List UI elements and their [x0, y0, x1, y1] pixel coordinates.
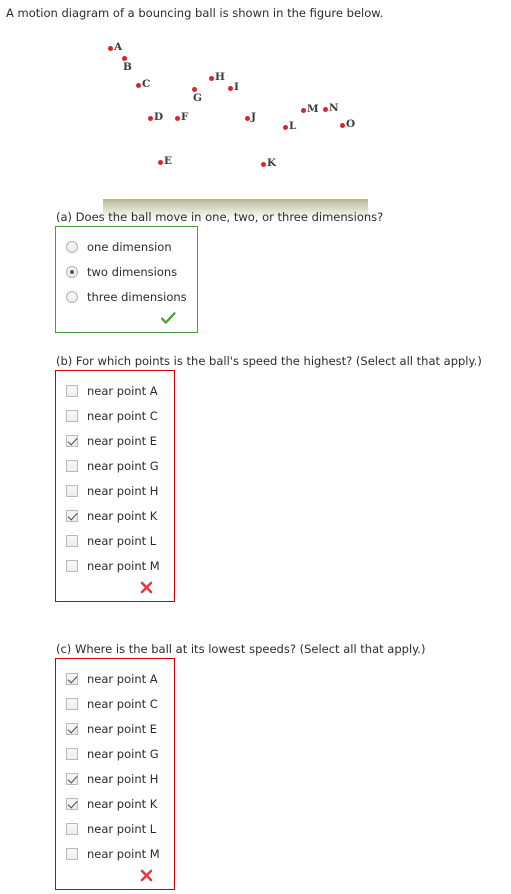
checkbox-unchecked[interactable]	[66, 409, 78, 422]
option-label: near point M	[87, 846, 160, 861]
option-label: near point L	[87, 533, 157, 548]
option-label: near point A	[87, 671, 158, 686]
motion-point-dot-icon	[208, 75, 214, 81]
question-c-option-1[interactable]: near point A	[66, 666, 164, 691]
radio-button-unchecked[interactable]	[66, 290, 78, 303]
question-a-option-2[interactable]: two dimensions	[66, 259, 187, 284]
checkbox-checked[interactable]	[66, 772, 78, 785]
motion-point-dot-icon	[147, 115, 153, 121]
question-b-option-4[interactable]: near point G	[66, 453, 164, 478]
checkbox-unchecked[interactable]	[66, 747, 78, 760]
motion-point-label: H	[215, 71, 225, 83]
motion-point-dot-icon	[157, 159, 163, 165]
incorrect-cross-icon	[66, 866, 164, 885]
checkbox-unchecked[interactable]	[66, 559, 78, 572]
question-c-option-8[interactable]: near point M	[66, 841, 164, 866]
motion-point-dot-icon	[121, 55, 127, 61]
motion-point-label: J	[251, 111, 256, 123]
option-label: near point E	[87, 721, 158, 736]
option-label: two dimensions	[87, 264, 178, 279]
question-c-option-7[interactable]: near point L	[66, 816, 164, 841]
option-label: three dimensions	[87, 289, 187, 304]
motion-diagram-figure: ABC D E FG HI J K LMNO	[0, 34, 511, 219]
checkbox-unchecked[interactable]	[66, 822, 78, 835]
motion-point-label: A	[114, 41, 123, 53]
checkbox-unchecked[interactable]	[66, 847, 78, 860]
question-a-text: (a) Does the ball move in one, two, or t…	[56, 210, 384, 224]
motion-point-label: E	[164, 155, 173, 167]
motion-point-label: G	[193, 92, 202, 104]
motion-point-dot-icon	[322, 106, 328, 112]
option-label: near point G	[87, 458, 159, 473]
motion-point-label: I	[234, 81, 239, 93]
option-label: near point H	[87, 771, 159, 786]
motion-point-dot-icon	[339, 122, 345, 128]
question-a-answer-box: one dimension two dimensions three dimensi…	[55, 226, 198, 333]
checkbox-unchecked[interactable]	[66, 384, 78, 397]
question-c-option-2[interactable]: near point C	[66, 691, 164, 716]
question-c-option-3[interactable]: near point E	[66, 716, 164, 741]
checkbox-unchecked[interactable]	[66, 459, 78, 472]
question-a-option-1[interactable]: one dimension	[66, 234, 187, 259]
motion-point-label: K	[267, 157, 277, 169]
checkbox-checked[interactable]	[66, 509, 78, 522]
question-c-option-6[interactable]: near point K	[66, 791, 164, 816]
checkbox-checked[interactable]	[66, 722, 78, 735]
question-b-option-5[interactable]: near point H	[66, 478, 164, 503]
motion-point-label: O	[346, 118, 356, 130]
checkbox-unchecked[interactable]	[66, 534, 78, 547]
checkbox-unchecked[interactable]	[66, 697, 78, 710]
motion-point-dot-icon	[174, 115, 180, 121]
checkbox-unchecked[interactable]	[66, 484, 78, 497]
motion-point-dot-icon	[260, 161, 266, 167]
question-b-option-3[interactable]: near point E	[66, 428, 164, 453]
option-label: near point K	[87, 508, 158, 523]
question-c-option-4[interactable]: near point G	[66, 741, 164, 766]
motion-point-dot-icon	[107, 45, 113, 51]
question-b-text: (b) For which points is the ball's speed…	[56, 354, 482, 368]
motion-point-dot-icon	[135, 82, 141, 88]
option-label: near point C	[87, 696, 158, 711]
question-c-answer-box: near point A near point C near point E near…	[55, 658, 175, 890]
intro-text: A motion diagram of a bouncing ball is s…	[6, 6, 384, 20]
option-label: near point E	[87, 433, 158, 448]
radio-button-unchecked[interactable]	[66, 240, 78, 253]
motion-point-label: N	[329, 102, 339, 114]
incorrect-cross-icon	[66, 578, 164, 597]
question-b-answer-box: near point A near point C near point E near…	[55, 370, 175, 602]
checkbox-checked[interactable]	[66, 672, 78, 685]
option-label: near point M	[87, 558, 160, 573]
option-label: one dimension	[87, 239, 172, 254]
motion-point-label: D	[154, 111, 164, 123]
motion-point-dot-icon	[300, 107, 306, 113]
option-label: near point H	[87, 483, 159, 498]
motion-point-label: B	[123, 61, 132, 73]
option-label: near point L	[87, 821, 157, 836]
motion-point-label: C	[142, 78, 151, 90]
question-b-option-8[interactable]: near point M	[66, 553, 164, 578]
question-c-text: (c) Where is the ball at its lowest spee…	[56, 642, 426, 656]
question-b-option-2[interactable]: near point C	[66, 403, 164, 428]
option-label: near point C	[87, 408, 158, 423]
checkbox-checked[interactable]	[66, 434, 78, 447]
motion-point-dot-icon	[227, 85, 233, 91]
motion-point-dot-icon	[282, 124, 288, 130]
motion-point-label: F	[181, 111, 189, 123]
motion-point-dot-icon	[191, 86, 197, 92]
checkbox-checked[interactable]	[66, 797, 78, 810]
option-label: near point A	[87, 383, 158, 398]
question-a-option-3[interactable]: three dimensions	[66, 284, 187, 309]
question-c-option-5[interactable]: near point H	[66, 766, 164, 791]
option-label: near point G	[87, 746, 159, 761]
correct-check-icon	[66, 309, 187, 328]
question-b-option-6[interactable]: near point K	[66, 503, 164, 528]
question-b-option-1[interactable]: near point A	[66, 378, 164, 403]
motion-point-dot-icon	[244, 115, 250, 121]
option-label: near point K	[87, 796, 158, 811]
question-b-option-7[interactable]: near point L	[66, 528, 164, 553]
radio-button-checked[interactable]	[66, 265, 78, 278]
motion-point-label: L	[289, 120, 297, 132]
motion-point-label: M	[307, 103, 319, 115]
